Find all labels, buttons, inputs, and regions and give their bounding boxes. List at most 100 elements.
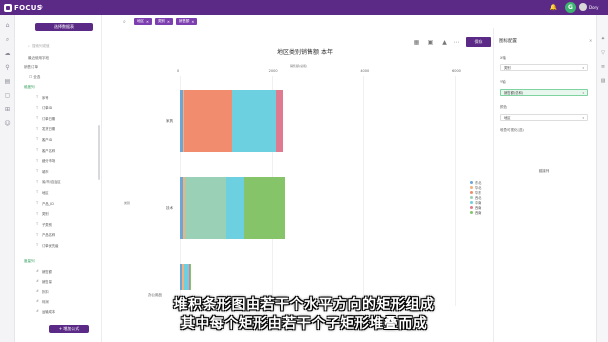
user-name[interactable]: Dory bbox=[589, 5, 599, 10]
chip-close-icon[interactable]: ✕ bbox=[191, 20, 194, 24]
layers-icon[interactable]: ≡ bbox=[599, 63, 607, 71]
bar-segment[interactable] bbox=[244, 177, 286, 239]
bar-segment[interactable] bbox=[232, 90, 276, 152]
field-item[interactable]: T 类别 bbox=[36, 211, 49, 217]
filter-icon[interactable]: ▽ bbox=[599, 49, 607, 57]
chart-icon[interactable]: ▤ bbox=[3, 77, 12, 86]
field-type-icon: T bbox=[36, 190, 39, 195]
select-table-button[interactable]: 选择数据表 bbox=[35, 23, 93, 31]
home-icon[interactable]: ⌂ bbox=[3, 21, 12, 30]
legend-item[interactable]: 西南 bbox=[470, 210, 481, 215]
cloud-icon[interactable]: ☁ bbox=[3, 49, 12, 58]
bar-segment[interactable] bbox=[189, 264, 191, 290]
select-all-checkbox[interactable]: ☐ 全选 bbox=[29, 75, 40, 80]
more-icon[interactable]: ⋯ bbox=[452, 38, 461, 47]
field-item[interactable]: T 客户名称 bbox=[36, 147, 55, 153]
field-label: 地区 bbox=[42, 190, 49, 195]
search-bar-icon: ⌕ bbox=[123, 18, 126, 25]
field-item[interactable]: T 省/市/自治区 bbox=[36, 179, 61, 185]
chip-close-icon[interactable]: ✕ bbox=[167, 20, 170, 24]
save-button[interactable]: 保存 bbox=[466, 37, 491, 47]
category-label: 家具 bbox=[166, 119, 173, 123]
x-axis-title: 销售额(总和) bbox=[290, 64, 308, 68]
chip-close-icon[interactable]: ✕ bbox=[146, 20, 149, 24]
chevron-down-icon: ▾ bbox=[582, 91, 584, 95]
field-item[interactable]: T 订单优先级 bbox=[36, 242, 58, 248]
search-chip-region[interactable]: 地区 ✕ bbox=[134, 18, 152, 25]
field-type-icon: T bbox=[36, 148, 39, 152]
field-label: 销售量 bbox=[42, 279, 52, 284]
field-item[interactable]: T 城市 bbox=[36, 168, 49, 174]
grid-icon[interactable]: ⊞ bbox=[3, 105, 12, 114]
image-icon[interactable]: ▨ bbox=[599, 77, 607, 85]
field-label: 子类别 bbox=[42, 222, 52, 227]
chart-legend: 东北 华北 华东 西北 中南 西南 西南 bbox=[470, 180, 481, 215]
subtitle-line-2: 其中每个矩形由若干个子矩形堆叠而成 bbox=[180, 316, 428, 332]
field-type-icon: T bbox=[36, 232, 39, 237]
y-axis-select[interactable]: 销售额(总和) ▾ bbox=[500, 89, 588, 96]
field-item[interactable]: T 细分市场 bbox=[36, 158, 55, 164]
user-icon[interactable]: ☺ bbox=[3, 119, 12, 128]
color-label: 颜色 bbox=[500, 105, 507, 109]
y-axis-title: 类别 bbox=[124, 201, 131, 205]
search-input[interactable]: ⌕ 搜索列或值 bbox=[28, 42, 96, 50]
bar-segment[interactable] bbox=[184, 90, 233, 152]
pin-icon[interactable]: ⚲ bbox=[3, 63, 12, 72]
field-item[interactable]: # 销售额 bbox=[36, 268, 52, 274]
user-avatar[interactable] bbox=[579, 3, 587, 11]
search-icon[interactable]: ⌕ bbox=[3, 35, 12, 44]
link-column-button[interactable]: 链接列 bbox=[500, 169, 588, 174]
settings-icon[interactable]: ⚙ bbox=[36, 3, 45, 12]
field-label: 产品名称 bbox=[42, 233, 56, 238]
search-icon: ⌕ bbox=[28, 44, 30, 48]
search-chip-sales[interactable]: 销售额 ✕ bbox=[175, 18, 198, 25]
folder-icon[interactable]: ▢ bbox=[3, 91, 12, 100]
top-bar: FOCUS ⚙ 🔔 G Dory bbox=[0, 0, 608, 15]
field-type-icon: T bbox=[36, 137, 39, 142]
avatar[interactable]: G bbox=[565, 2, 576, 13]
bar-segment[interactable] bbox=[275, 90, 283, 152]
table-view-icon[interactable]: ▦ bbox=[412, 38, 421, 47]
field-type-icon: T bbox=[36, 211, 39, 216]
field-type-icon: # bbox=[36, 279, 39, 283]
field-type-icon: # bbox=[36, 269, 39, 273]
x-axis-select[interactable]: 类别 ▾ bbox=[500, 64, 588, 71]
logo-icon bbox=[4, 3, 12, 12]
field-type-icon: T bbox=[36, 158, 39, 163]
field-item[interactable]: T 子类别 bbox=[36, 221, 52, 227]
bell-icon[interactable]: 🔔 bbox=[549, 3, 558, 12]
legend-label: 西南 bbox=[475, 211, 482, 215]
field-label: 产品_ID bbox=[42, 201, 54, 206]
x-tick-label: 0 bbox=[177, 69, 180, 73]
field-type-icon: T bbox=[36, 105, 39, 110]
field-type-icon: T bbox=[36, 169, 39, 174]
save-icon[interactable]: ▣ bbox=[426, 38, 435, 47]
field-item[interactable]: T 序号 bbox=[36, 94, 49, 100]
color-select[interactable]: 地区 ▾ bbox=[500, 114, 588, 121]
legend-swatch bbox=[470, 186, 473, 189]
field-item[interactable]: T 客户ID bbox=[36, 136, 52, 142]
search-chip-category[interactable]: 类别 ✕ bbox=[154, 18, 173, 25]
category-label: 技术 bbox=[166, 206, 173, 210]
field-item[interactable]: T 产品名称 bbox=[36, 232, 55, 238]
field-item[interactable]: T 产品_ID bbox=[36, 200, 54, 206]
field-label: 销售额 bbox=[42, 269, 52, 274]
field-label: 订单ID bbox=[42, 106, 53, 111]
group-label[interactable]: 销售订单 bbox=[24, 65, 38, 70]
bar-segment[interactable] bbox=[225, 177, 245, 239]
field-item[interactable]: T 地区 bbox=[36, 189, 49, 195]
legend-swatch bbox=[470, 196, 473, 199]
chart-type-icon[interactable]: ▲ bbox=[440, 38, 449, 47]
panel-title: 图标配置 bbox=[499, 39, 517, 44]
field-item[interactable]: T 订单日期 bbox=[36, 115, 55, 121]
field-item[interactable]: # 销售量 bbox=[36, 278, 52, 284]
close-icon[interactable]: ✕ bbox=[589, 38, 592, 43]
search-bar[interactable]: ⌕ 地区 ✕ 类别 ✕ 销售额 ✕ bbox=[123, 18, 198, 25]
sidebar-scrollbar[interactable] bbox=[98, 125, 100, 180]
sparkle-icon[interactable]: ✦ bbox=[599, 35, 607, 43]
chart-title: 地区类别销售额 本年 bbox=[277, 49, 333, 56]
right-rail: ✦ ▽ ≡ ▨ bbox=[596, 15, 608, 342]
field-item[interactable]: T 订单ID bbox=[36, 105, 52, 111]
field-item[interactable]: T 发货日期 bbox=[36, 126, 55, 132]
bar-segment[interactable] bbox=[184, 177, 226, 239]
